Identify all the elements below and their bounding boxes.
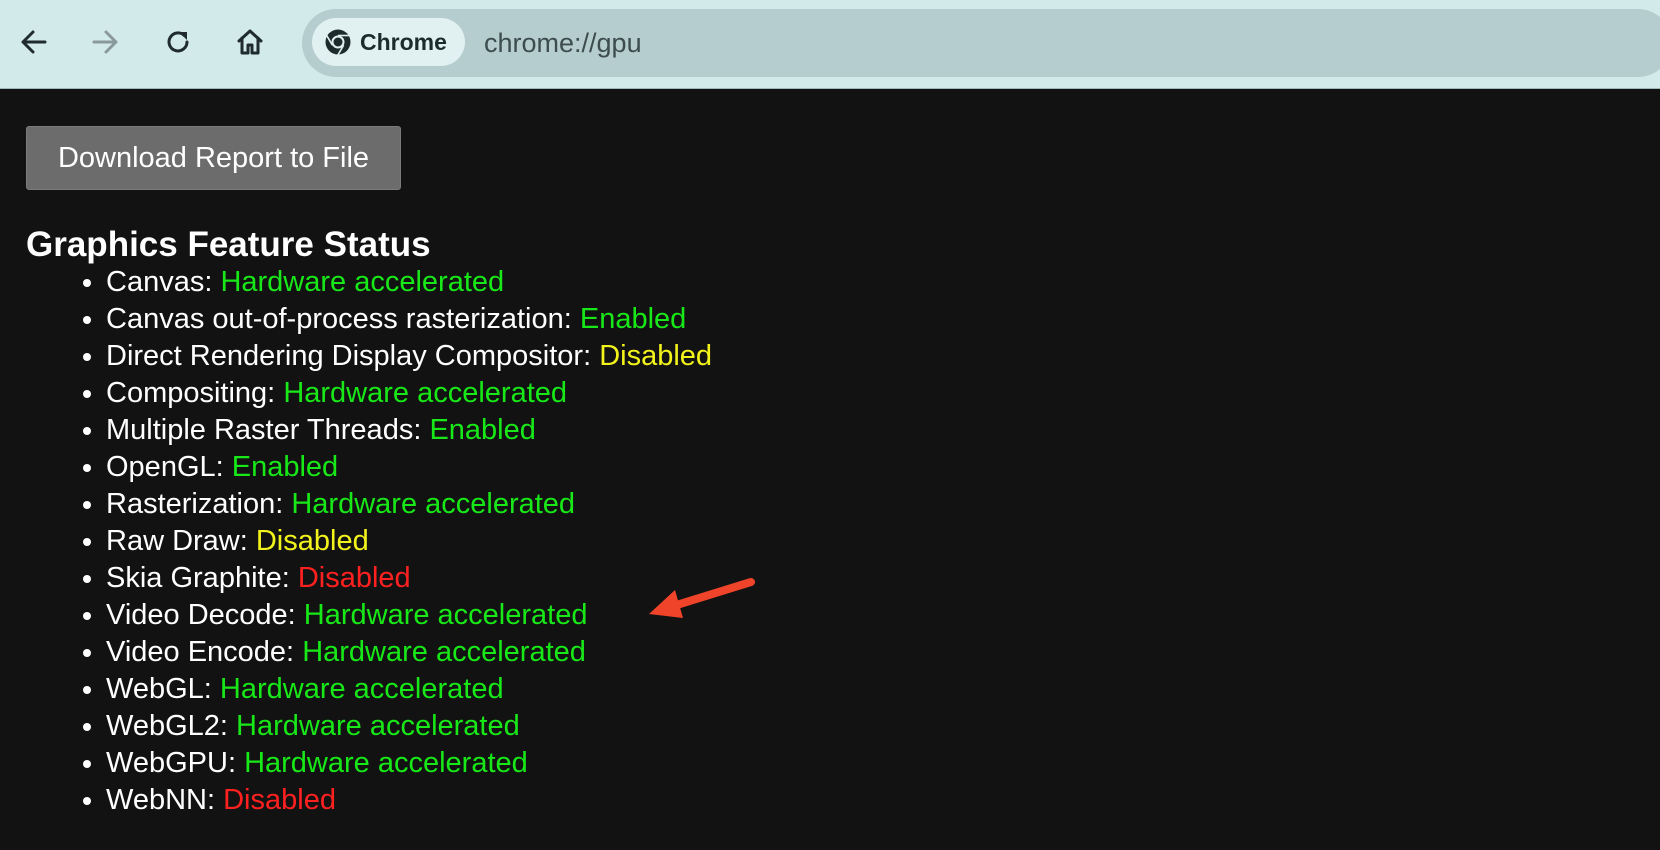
feature-status: Hardware accelerated: [303, 599, 588, 631]
feature-item: WebGL: Hardware accelerated: [106, 671, 712, 708]
feature-status: Disabled: [255, 525, 369, 557]
feature-status: Disabled: [297, 562, 411, 594]
feature-label: OpenGL:: [106, 451, 232, 483]
feature-item: Compositing: Hardware accelerated: [106, 375, 712, 412]
feature-status: Enabled: [231, 451, 339, 483]
feature-item: WebGPU: Hardware accelerated: [106, 745, 712, 782]
feature-status: Enabled: [579, 303, 687, 335]
feature-status: Hardware accelerated: [283, 377, 568, 409]
feature-label: Multiple Raster Threads:: [106, 414, 430, 446]
feature-item: Skia Graphite: Disabled: [106, 560, 712, 597]
feature-status: Hardware accelerated: [220, 266, 505, 298]
home-button[interactable]: [230, 22, 270, 62]
feature-label: Direct Rendering Display Compositor:: [106, 340, 600, 372]
feature-item: Rasterization: Hardware accelerated: [106, 486, 712, 523]
feature-item: Multiple Raster Threads: Enabled: [106, 412, 712, 449]
red-arrow-icon: [649, 578, 755, 618]
feature-item: Video Encode: Hardware accelerated: [106, 634, 712, 671]
feature-item: OpenGL: Enabled: [106, 449, 712, 486]
feature-status: Hardware accelerated: [244, 747, 528, 779]
chrome-logo-icon: [325, 29, 351, 56]
forward-button[interactable]: [85, 22, 125, 62]
feature-item: Canvas: Hardware accelerated: [106, 264, 712, 301]
feature-label: WebGL2:: [106, 710, 237, 742]
feature-status-list: Canvas: Hardware accelerated Canvas out-…: [60, 264, 712, 819]
feature-status: Hardware accelerated: [219, 673, 504, 705]
feature-status: Hardware accelerated: [302, 636, 586, 668]
feature-status: Hardware accelerated: [236, 710, 520, 742]
feature-label: WebGPU:: [106, 747, 245, 779]
feature-item: WebNN: Disabled: [106, 782, 712, 819]
feature-status: Hardware accelerated: [291, 488, 576, 520]
site-chip[interactable]: Chrome: [312, 18, 465, 66]
feature-label: Video Encode:: [106, 636, 303, 668]
feature-label: Rasterization:: [106, 488, 292, 520]
arrow-left-icon: [21, 30, 47, 54]
feature-item: WebGL2: Hardware accelerated: [106, 708, 712, 745]
url-text[interactable]: chrome://gpu: [484, 28, 642, 58]
reload-icon: [167, 31, 189, 53]
section-title: Graphics Feature Status: [26, 225, 431, 264]
feature-label: WebNN:: [106, 784, 224, 816]
feature-label: WebGL:: [106, 673, 220, 705]
feature-item: Video Decode: Hardware accelerated: [106, 597, 712, 634]
page-content: Download Report to File Graphics Feature…: [0, 89, 1660, 850]
feature-label: Video Decode:: [106, 599, 304, 631]
download-report-button[interactable]: Download Report to File: [26, 126, 401, 190]
feature-label: Compositing:: [106, 377, 284, 409]
feature-label: Canvas out-of-process rasterization:: [106, 303, 580, 335]
home-icon: [237, 29, 263, 55]
reload-button[interactable]: [158, 22, 198, 62]
feature-status: Enabled: [429, 414, 536, 446]
arrow-right-icon: [92, 30, 118, 54]
feature-item: Raw Draw: Disabled: [106, 523, 712, 560]
feature-status: Disabled: [223, 784, 336, 816]
feature-label: Canvas:: [106, 266, 221, 298]
feature-status: Disabled: [599, 340, 713, 372]
feature-item: Canvas out-of-process rasterization: Ena…: [106, 301, 712, 338]
feature-label: Raw Draw:: [106, 525, 256, 557]
address-bar[interactable]: Chrome chrome://gpu: [302, 9, 1660, 77]
browser-toolbar: Chrome chrome://gpu: [0, 0, 1660, 89]
feature-label: Skia Graphite:: [106, 562, 298, 594]
feature-item: Direct Rendering Display Compositor: Dis…: [106, 338, 712, 375]
site-chip-label: Chrome: [360, 28, 447, 55]
back-button[interactable]: [14, 22, 54, 62]
